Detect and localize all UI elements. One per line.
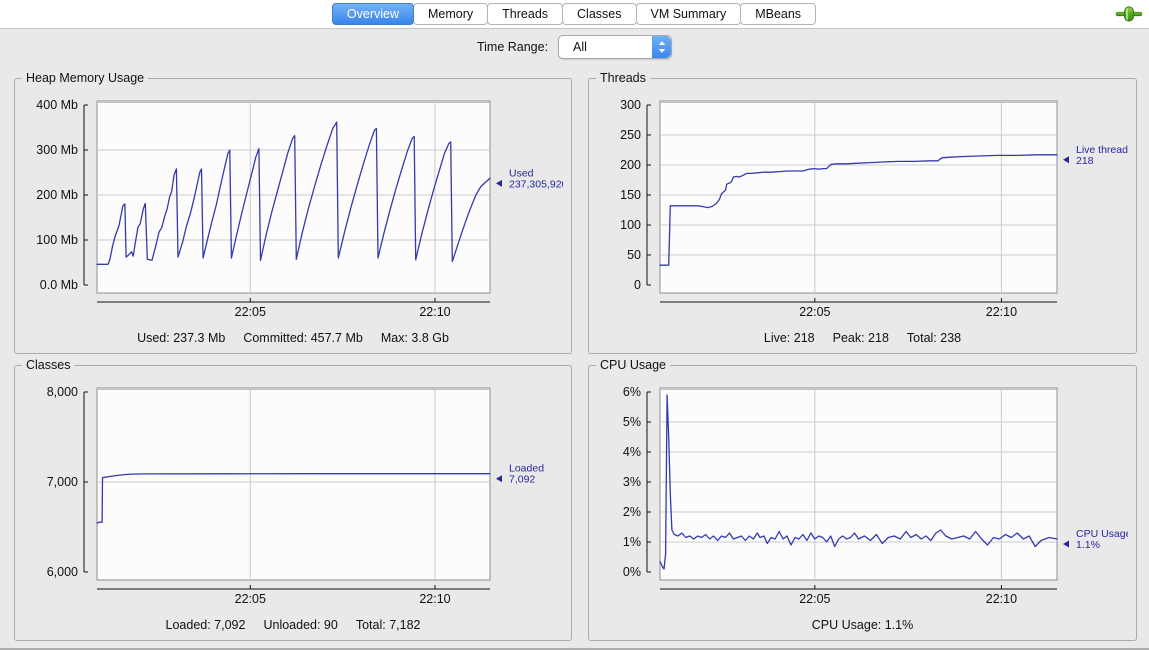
time-range-label: Time Range: xyxy=(477,40,548,54)
heap-memory-chart: 400 Mb 300 Mb 200 Mb 100 Mb 0.0 Mb 22:05 22:10… xyxy=(23,93,563,325)
heap-panel-title: Heap Memory Usage xyxy=(22,71,148,85)
tab-classes[interactable]: Classes xyxy=(562,3,636,25)
select-stepper-icon xyxy=(652,36,671,58)
legend-marker-icon xyxy=(1063,156,1069,163)
threads-status-item: Total: 238 xyxy=(907,331,961,345)
time-range-value: All xyxy=(559,40,652,54)
legend-marker-icon xyxy=(496,475,502,482)
y-tick-label: 300 Mb xyxy=(36,143,78,157)
heap-status-item: Max: 3.8 Gb xyxy=(381,331,449,345)
y-tick-label: 0.0 Mb xyxy=(40,278,78,292)
classes-status-line: Loaded: 7,092 Unloaded: 90 Total: 7,182 xyxy=(15,618,571,632)
x-tick-label: 22:10 xyxy=(419,305,450,319)
cpu-usage-chart: 6%5%4%3%2%1%0%22:0522:10CPU Usage1.1% xyxy=(597,380,1128,612)
classes-status-item: Unloaded: 90 xyxy=(263,618,337,632)
y-tick-label: 5% xyxy=(623,415,641,429)
y-tick-label: 1% xyxy=(623,535,641,549)
x-tick-label: 22:05 xyxy=(235,305,266,319)
x-tick-label: 22:10 xyxy=(986,305,1017,319)
x-tick-label: 22:10 xyxy=(419,592,450,606)
threads-status-line: Live: 218 Peak: 218 Total: 238 xyxy=(589,331,1136,345)
classes-chart: 8,0007,0006,00022:0522:10Loaded7,092 xyxy=(23,380,563,612)
cpu-status-item: CPU Usage: 1.1% xyxy=(812,618,913,632)
cpu-plot-area xyxy=(660,388,1057,580)
heap-status-item: Used: 237.3 Mb xyxy=(137,331,225,345)
y-tick-label: 3% xyxy=(623,475,641,489)
heap-status-item: Committed: 457.7 Mb xyxy=(243,331,363,345)
y-tick-label: 2% xyxy=(623,505,641,519)
time-range-toolbar: Time Range: All xyxy=(0,29,1149,65)
threads-panel-title: Threads xyxy=(596,71,650,85)
classes-panel: Classes 8,0007,0006,00022:0522:10Loaded7… xyxy=(14,365,572,641)
threads-status-item: Peak: 218 xyxy=(833,331,889,345)
threads-status-item: Live: 218 xyxy=(764,331,815,345)
tab-memory[interactable]: Memory xyxy=(413,3,488,25)
y-tick-label: 200 xyxy=(620,158,641,172)
x-tick-label: 22:05 xyxy=(235,592,266,606)
y-tick-label: 300 xyxy=(620,98,641,112)
tab-mbeans[interactable]: MBeans xyxy=(740,3,816,25)
y-tick-label: 250 xyxy=(620,128,641,142)
y-tick-label: 400 Mb xyxy=(36,98,78,112)
classes-panel-title: Classes xyxy=(22,358,74,372)
threads-legend-value: 218 xyxy=(1076,155,1094,167)
tab-threads[interactable]: Threads xyxy=(487,3,563,25)
heap-legend-value: 237,305,920 xyxy=(509,178,563,190)
y-tick-label: 100 Mb xyxy=(36,233,78,247)
threads-panel: Threads 30025020015010050022:0522:10Live… xyxy=(588,78,1137,354)
y-tick-label: 150 xyxy=(620,188,641,202)
cpu-panel-title: CPU Usage xyxy=(596,358,670,372)
tab-group: OverviewMemoryThreadsClassesVM SummaryMB… xyxy=(333,3,816,25)
classes-status-item: Total: 7,182 xyxy=(356,618,421,632)
cpu-legend-value: 1.1% xyxy=(1076,539,1100,551)
y-tick-label: 0 xyxy=(634,278,641,292)
tab-overview[interactable]: Overview xyxy=(332,3,414,25)
y-tick-label: 6% xyxy=(623,385,641,399)
cpu-usage-panel: CPU Usage 6%5%4%3%2%1%0%22:0522:10CPU Us… xyxy=(588,365,1137,641)
classes-status-item: Loaded: 7,092 xyxy=(166,618,246,632)
connection-status-icon xyxy=(1115,6,1143,22)
y-tick-label: 8,000 xyxy=(47,385,78,399)
heap-status-line: Used: 237.3 Mb Committed: 457.7 Mb Max: 3.… xyxy=(15,331,571,345)
classes-legend-value: 7,092 xyxy=(509,474,535,486)
tab-bar: OverviewMemoryThreadsClassesVM SummaryMB… xyxy=(0,0,1149,29)
x-tick-label: 22:05 xyxy=(799,305,830,319)
y-tick-label: 4% xyxy=(623,445,641,459)
threads-plot-area xyxy=(660,101,1057,293)
y-tick-label: 7,000 xyxy=(47,475,78,489)
heap-memory-panel: Heap Memory Usage 400 Mb300 Mb200 Mb100 … xyxy=(14,78,572,354)
y-tick-label: 100 xyxy=(620,218,641,232)
threads-chart: 30025020015010050022:0522:10Live threads… xyxy=(597,93,1128,325)
time-range-select[interactable]: All xyxy=(558,35,672,59)
y-tick-label: 200 Mb xyxy=(36,188,78,202)
cpu-status-line: CPU Usage: 1.1% xyxy=(589,618,1136,632)
x-tick-label: 22:05 xyxy=(799,592,830,606)
y-tick-label: 0% xyxy=(623,565,641,579)
y-tick-label: 50 xyxy=(627,248,641,262)
x-tick-label: 22:10 xyxy=(986,592,1017,606)
classes-plot-area xyxy=(97,388,490,580)
tab-vm-summary[interactable]: VM Summary xyxy=(636,3,742,25)
y-tick-label: 6,000 xyxy=(47,565,78,579)
legend-marker-icon xyxy=(496,180,502,187)
legend-marker-icon xyxy=(1063,541,1069,548)
